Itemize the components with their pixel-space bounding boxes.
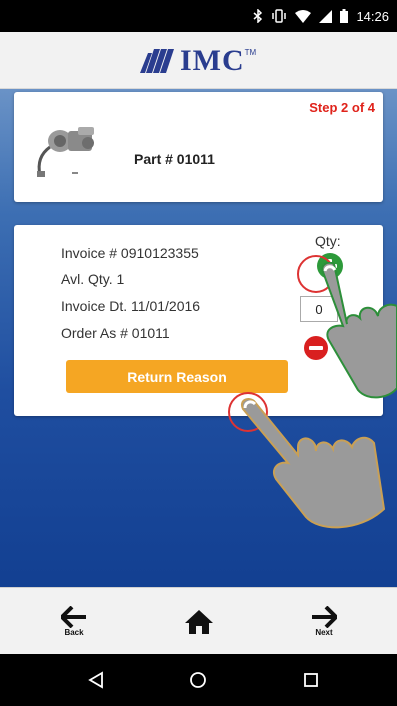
system-recents-button[interactable] xyxy=(298,668,324,692)
step-indicator: Step 2 of 4 xyxy=(309,100,375,115)
back-button[interactable]: Back xyxy=(24,588,124,654)
signal-icon xyxy=(319,9,333,23)
back-triangle-icon xyxy=(88,671,103,689)
logo-stripes-icon xyxy=(140,49,174,73)
imc-logo: IMC TM xyxy=(140,44,257,77)
status-icons: 14:26 xyxy=(253,0,389,32)
bluetooth-icon xyxy=(253,9,263,23)
available-qty: Avl. Qty. 1 xyxy=(61,271,125,287)
system-home-button[interactable] xyxy=(185,668,211,692)
app-screen: IMC TM Step 2 of 4 Part # 01011 Invoice … xyxy=(0,32,397,654)
system-nav-bar xyxy=(0,654,397,706)
status-bar: 14:26 xyxy=(0,0,397,32)
recents-square-icon xyxy=(304,673,318,687)
home-icon xyxy=(185,609,213,634)
battery-icon xyxy=(340,9,349,23)
wifi-icon xyxy=(295,9,312,23)
order-as: Order As # 01011 xyxy=(61,325,170,341)
bottom-nav: Back Next xyxy=(0,587,397,654)
logo-trademark: TM xyxy=(244,48,257,57)
pointing-hand-icon xyxy=(321,262,397,399)
next-arrow-icon xyxy=(312,606,337,628)
status-time: 14:26 xyxy=(356,8,389,24)
qty-label: Qty: xyxy=(315,233,341,249)
return-reason-button[interactable]: Return Reason xyxy=(66,360,288,393)
next-button[interactable]: Next xyxy=(274,588,374,654)
pointing-hand-icon xyxy=(241,398,386,529)
vibrate-icon xyxy=(272,9,287,23)
back-arrow-icon xyxy=(61,606,86,628)
app-header: IMC TM xyxy=(0,32,397,89)
back-label: Back xyxy=(64,628,84,637)
home-circle-icon xyxy=(190,672,206,688)
part-card: Step 2 of 4 Part # 01011 xyxy=(14,92,383,202)
part-image xyxy=(37,127,94,177)
part-number: Part # 01011 xyxy=(134,151,215,167)
next-label: Next xyxy=(315,628,333,637)
home-button[interactable] xyxy=(149,588,249,654)
logo-text: IMC xyxy=(180,44,245,77)
invoice-number: Invoice # 0910123355 xyxy=(61,245,199,261)
invoice-date: Invoice Dt. 11/01/2016 xyxy=(61,298,201,314)
system-back-button[interactable] xyxy=(83,668,109,692)
